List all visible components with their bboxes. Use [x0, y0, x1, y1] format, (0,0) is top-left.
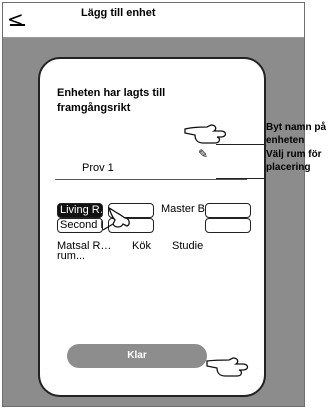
success-message: Enheten har lagts till framgångsrikt	[57, 87, 166, 114]
room-chip-master[interactable]: Master Be…	[159, 203, 205, 218]
page-title: Lägg till enhet	[81, 7, 156, 19]
room-option-dining[interactable]: Matsal R… rum...	[57, 241, 117, 262]
top-bar: < Lägg till enhet	[3, 3, 304, 38]
done-button[interactable]: Klar	[67, 344, 207, 368]
room-option-kitchen[interactable]: Kök	[132, 241, 151, 252]
pointing-hand-icon-2	[102, 206, 130, 231]
room-chip-second[interactable]: Second B…	[57, 218, 103, 233]
back-arrow-icon[interactable]: <	[7, 4, 33, 34]
pencil-icon[interactable]: ✎	[198, 147, 212, 161]
device-name-underline	[55, 179, 247, 180]
callout-line-rename	[216, 144, 266, 145]
room-chip-empty-2[interactable]	[205, 203, 251, 218]
room-chip-empty-4[interactable]	[205, 218, 251, 233]
room-option-study[interactable]: Studie	[172, 241, 203, 252]
callout-room: Välj rum för placering	[266, 149, 322, 173]
phone-screen: < Lägg till enhet Enheten har lagts till…	[2, 2, 305, 407]
callout-line-room	[216, 178, 266, 179]
back-arrow-underline	[10, 24, 25, 26]
callout-rename: Byt namn på enheten	[266, 122, 327, 146]
pointing-hand-icon	[184, 124, 227, 144]
room-chip-living[interactable]: Living R…	[57, 203, 103, 218]
pointing-hand-icon-3	[206, 357, 249, 377]
success-card: Enheten har lagts till framgångsrikt Pro…	[38, 57, 266, 397]
device-name-field[interactable]: Prov 1	[82, 162, 114, 174]
